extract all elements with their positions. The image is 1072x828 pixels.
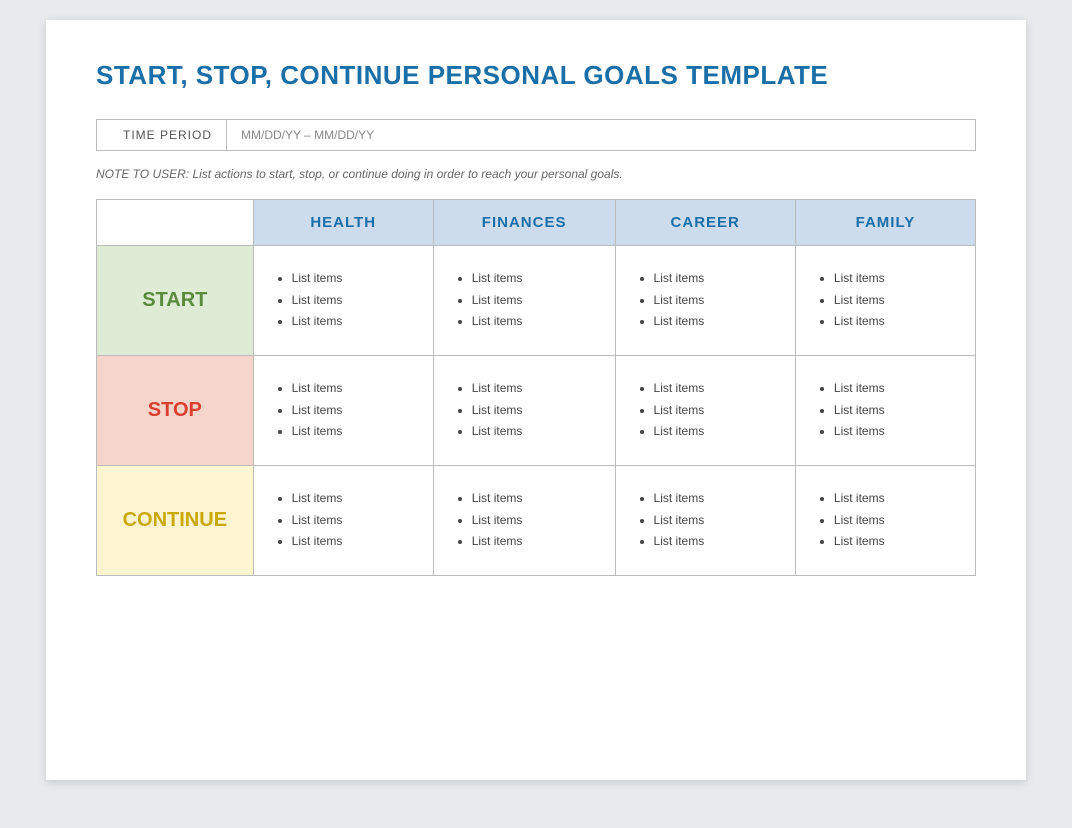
list-item: List items <box>834 268 955 290</box>
col-finances: FINANCES <box>433 200 615 246</box>
list-item: List items <box>472 268 595 290</box>
list-item: List items <box>292 400 413 422</box>
list-item: List items <box>654 400 775 422</box>
list-item: List items <box>834 488 955 510</box>
list-item: List items <box>834 400 955 422</box>
row-label-stop: STOP <box>97 356 254 466</box>
list-item: List items <box>472 290 595 312</box>
cell-stop-col0: List itemsList itemsList items <box>253 356 433 466</box>
list-item: List items <box>472 378 595 400</box>
list-item: List items <box>472 400 595 422</box>
goals-table: HEALTH FINANCES CAREER FAMILY STARTList … <box>96 199 976 576</box>
list-item: List items <box>292 510 413 532</box>
list-item: List items <box>292 421 413 443</box>
list-item: List items <box>654 421 775 443</box>
cell-start-col2: List itemsList itemsList items <box>615 246 795 356</box>
list-item: List items <box>654 378 775 400</box>
empty-header-cell <box>97 200 254 246</box>
col-career: CAREER <box>615 200 795 246</box>
cell-start-col3: List itemsList itemsList items <box>795 246 975 356</box>
list-item: List items <box>472 531 595 553</box>
note-text: NOTE TO USER: List actions to start, sto… <box>96 167 976 181</box>
header-row: HEALTH FINANCES CAREER FAMILY <box>97 200 976 246</box>
list-item: List items <box>472 421 595 443</box>
list-item: List items <box>834 290 955 312</box>
cell-continue-col1: List itemsList itemsList items <box>433 466 615 576</box>
list-item: List items <box>472 510 595 532</box>
list-item: List items <box>834 378 955 400</box>
col-health: HEALTH <box>253 200 433 246</box>
table-row: CONTINUEList itemsList itemsList itemsLi… <box>97 466 976 576</box>
list-item: List items <box>834 531 955 553</box>
table-row: STARTList itemsList itemsList itemsList … <box>97 246 976 356</box>
cell-stop-col3: List itemsList itemsList items <box>795 356 975 466</box>
list-item: List items <box>472 311 595 333</box>
list-item: List items <box>834 421 955 443</box>
list-item: List items <box>654 531 775 553</box>
list-item: List items <box>654 268 775 290</box>
list-item: List items <box>654 510 775 532</box>
col-family: FAMILY <box>795 200 975 246</box>
list-item: List items <box>292 488 413 510</box>
list-item: List items <box>654 290 775 312</box>
row-label-continue: CONTINUE <box>97 466 254 576</box>
list-item: List items <box>834 510 955 532</box>
cell-start-col0: List itemsList itemsList items <box>253 246 433 356</box>
list-item: List items <box>292 268 413 290</box>
list-item: List items <box>292 311 413 333</box>
list-item: List items <box>292 531 413 553</box>
cell-stop-col1: List itemsList itemsList items <box>433 356 615 466</box>
list-item: List items <box>654 311 775 333</box>
list-item: List items <box>834 311 955 333</box>
row-label-start: START <box>97 246 254 356</box>
page-container: START, STOP, CONTINUE PERSONAL GOALS TEM… <box>46 20 1026 780</box>
list-item: List items <box>654 488 775 510</box>
list-item: List items <box>472 488 595 510</box>
page-title: START, STOP, CONTINUE PERSONAL GOALS TEM… <box>96 60 976 91</box>
cell-continue-col3: List itemsList itemsList items <box>795 466 975 576</box>
time-period-label: TIME PERIOD <box>97 120 227 150</box>
list-item: List items <box>292 378 413 400</box>
cell-stop-col2: List itemsList itemsList items <box>615 356 795 466</box>
table-row: STOPList itemsList itemsList itemsList i… <box>97 356 976 466</box>
cell-continue-col0: List itemsList itemsList items <box>253 466 433 576</box>
list-item: List items <box>292 290 413 312</box>
time-period-value: MM/DD/YY – MM/DD/YY <box>227 120 975 150</box>
cell-start-col1: List itemsList itemsList items <box>433 246 615 356</box>
cell-continue-col2: List itemsList itemsList items <box>615 466 795 576</box>
time-period-row: TIME PERIOD MM/DD/YY – MM/DD/YY <box>96 119 976 151</box>
